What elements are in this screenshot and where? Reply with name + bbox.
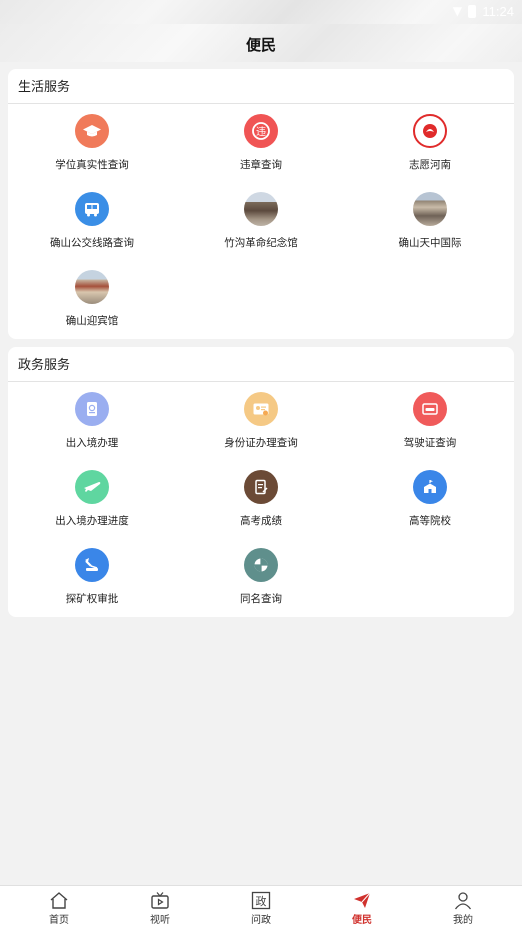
service-label: 确山公交线路查询 <box>50 237 134 249</box>
mining-approval-icon <box>75 548 109 582</box>
tab-mine[interactable]: 我的 <box>411 886 515 928</box>
id-card-icon <box>244 392 278 426</box>
service-item-violation-query[interactable]: 违 违章查询 <box>177 104 345 182</box>
svg-text:政: 政 <box>256 894 267 908</box>
same-name-icon <box>244 548 278 582</box>
service-label: 高等院校 <box>409 515 451 527</box>
section-title: 政务服务 <box>8 347 514 382</box>
service-label: 学位真实性查询 <box>55 159 129 171</box>
service-item-same-name[interactable]: 同名查询 <box>177 538 345 616</box>
service-label: 违章查询 <box>240 159 282 171</box>
status-bar: ▼ 11:24 <box>0 0 522 24</box>
service-label: 高考成绩 <box>240 515 282 527</box>
airplane-icon <box>75 470 109 504</box>
service-item-bus-route[interactable]: 确山公交线路查询 <box>8 182 176 260</box>
user-icon <box>454 892 472 910</box>
government-icon: 政 <box>251 891 271 910</box>
paper-plane-icon <box>354 892 371 908</box>
tab-label: 我的 <box>453 915 473 926</box>
service-item-id-card[interactable]: 身份证办理查询 <box>177 382 345 460</box>
score-report-icon <box>244 470 278 504</box>
battery-icon <box>468 5 476 18</box>
tab-label: 问政 <box>251 915 271 926</box>
status-time: 11:24 <box>482 4 514 19</box>
service-label: 驾驶证查询 <box>403 437 457 449</box>
service-item-guest-hotel[interactable]: 确山迎宾馆 <box>8 260 176 338</box>
service-label: 竹沟革命纪念馆 <box>224 237 298 249</box>
service-item-mining-approval[interactable]: 探矿权审批 <box>8 538 176 616</box>
tab-home[interactable]: 首页 <box>7 886 111 928</box>
tab-label: 视听 <box>150 915 170 926</box>
service-label: 身份证办理查询 <box>224 437 298 449</box>
service-item-exit-entry-progress[interactable]: 出入境办理进度 <box>8 460 176 538</box>
service-label: 同名查询 <box>240 593 282 605</box>
home-icon <box>50 892 68 909</box>
service-item-universities[interactable]: 高等院校 <box>346 460 514 538</box>
bus-icon <box>75 192 109 226</box>
building-photo-icon <box>413 192 447 226</box>
university-icon <box>413 470 447 504</box>
title-bar: 便民 <box>0 24 522 62</box>
bottom-tab-bar: 首页 视听 政 问政 便民 我的 <box>0 885 522 928</box>
tab-label: 首页 <box>49 915 69 926</box>
service-item-exam-score[interactable]: 高考成绩 <box>177 460 345 538</box>
service-item-tianzhong-intl[interactable]: 确山天中国际 <box>346 182 514 260</box>
tv-play-icon <box>151 892 169 909</box>
tab-audiovisual[interactable]: 视听 <box>108 886 212 928</box>
section-title: 生活服务 <box>8 69 514 104</box>
service-label: 确山天中国际 <box>398 237 462 249</box>
service-label: 探矿权审批 <box>65 593 119 605</box>
service-label: 出入境办理 <box>65 437 119 449</box>
government-services-card: 政务服务 出入境办理 身份证办理查询 驾驶证查询 出入境办理进度 高考成绩 高等… <box>8 347 514 617</box>
svg-text:违: 违 <box>256 126 266 138</box>
service-item-degree-verify[interactable]: 学位真实性查询 <box>8 104 176 182</box>
service-item-exit-entry[interactable]: 出入境办理 <box>8 382 176 460</box>
service-label: 志愿河南 <box>409 159 451 171</box>
tab-label: 便民 <box>352 915 372 926</box>
tab-government[interactable]: 政 问政 <box>209 886 313 928</box>
wifi-icon: ▼ <box>452 4 462 18</box>
graduation-cap-icon <box>75 114 109 148</box>
service-item-volunteer-henan[interactable]: 志愿河南 <box>346 104 514 182</box>
service-label: 出入境办理进度 <box>55 515 129 527</box>
life-services-card: 生活服务 学位真实性查询 违 违章查询 志愿河南 确山公交线路查询 竹沟革命纪念… <box>8 69 514 339</box>
memorial-photo-icon <box>244 192 278 226</box>
traffic-violation-icon: 违 <box>244 114 278 148</box>
passport-icon <box>75 392 109 426</box>
service-item-driver-license[interactable]: 驾驶证查询 <box>346 382 514 460</box>
service-item-memorial-hall[interactable]: 竹沟革命纪念馆 <box>177 182 345 260</box>
page-title: 便民 <box>245 36 276 54</box>
tab-convenience[interactable]: 便民 <box>310 886 414 928</box>
hotel-photo-icon <box>75 270 109 304</box>
driver-license-icon <box>413 392 447 426</box>
volunteer-henan-logo-icon <box>413 114 447 148</box>
service-label: 确山迎宾馆 <box>65 315 119 327</box>
